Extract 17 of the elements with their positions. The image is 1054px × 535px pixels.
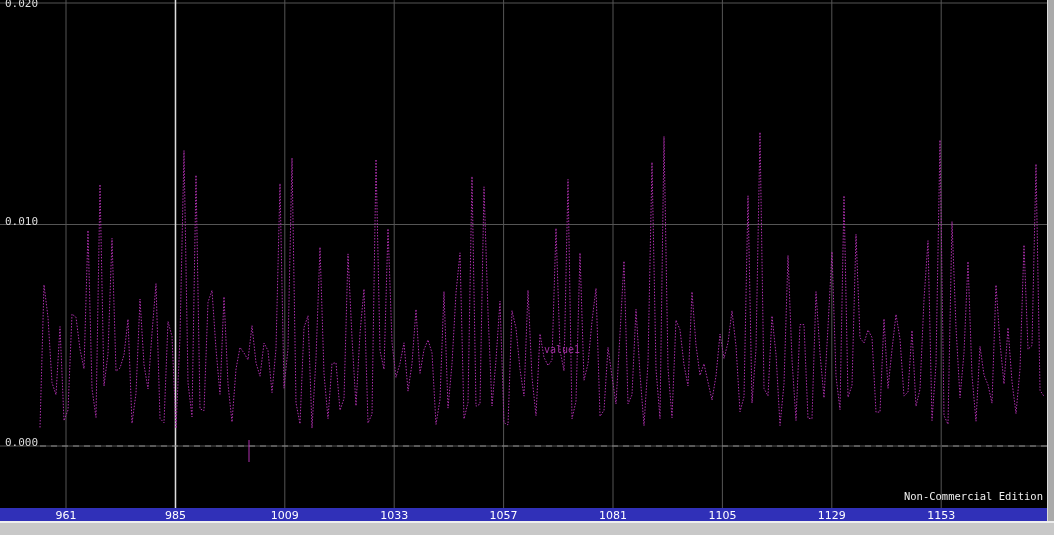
edition-note: Non-Commercial Edition (903, 490, 1043, 502)
y-tick-label: 0.010 (5, 214, 39, 228)
marker-tick (248, 439, 250, 463)
x-tick-label: 1105 (708, 509, 737, 521)
cursor-line[interactable] (174, 0, 177, 509)
x-tick-label: 1129 (817, 509, 846, 521)
x-tick-label: 1153 (927, 509, 956, 521)
series-label: value1 (544, 344, 581, 355)
horizontal-scrollbar[interactable] (0, 521, 1054, 535)
x-tick-label: 1033 (380, 509, 409, 521)
x-tick-label: 1057 (489, 509, 518, 521)
x-tick-label: 1081 (599, 509, 627, 521)
x-tick-label: 1009 (270, 509, 299, 521)
vertical-scrollbar[interactable] (1047, 0, 1054, 521)
x-tick-label: 985 (164, 509, 186, 521)
y-tick-label: 0.000 (5, 436, 39, 449)
x-tick-label: 961 (55, 509, 77, 521)
